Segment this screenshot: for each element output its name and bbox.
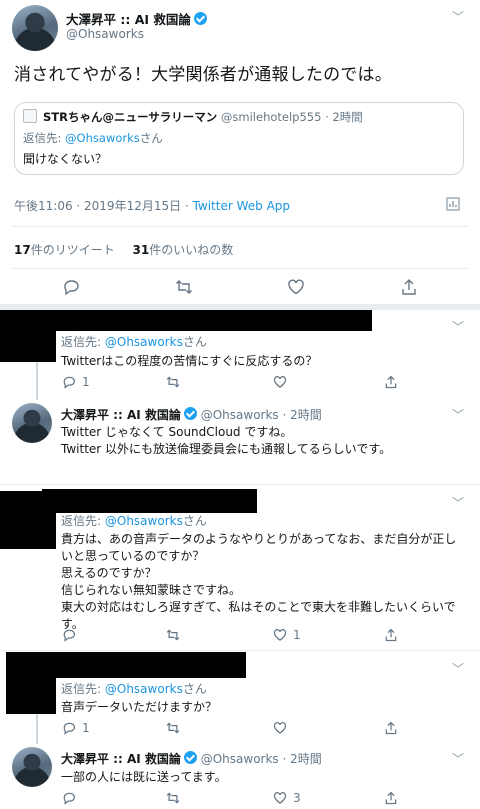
divider (0, 484, 480, 485)
like-action[interactable]: 3 (273, 791, 301, 805)
like-icon[interactable] (273, 375, 287, 389)
chevron-down-icon[interactable]: ﹀ (452, 750, 464, 767)
reply-to-line: 返信先: @Ohsaworksさん (23, 131, 163, 145)
author-name[interactable]: 大澤昇平 :: AI 救国論 (61, 752, 181, 766)
chevron-down-icon[interactable]: ﹀ (452, 8, 464, 25)
retweet-icon[interactable] (166, 375, 180, 389)
reply-to-link[interactable]: @Ohsaworks (105, 335, 183, 349)
quoted-tweet[interactable]: STRちゃん@ニューサラリーマン @smilehotelp555 · 2時間 返… (14, 102, 464, 175)
analytics-icon[interactable] (446, 197, 460, 211)
verified-icon (183, 407, 197, 420)
retweet-stat[interactable]: 17件のリツイート (14, 243, 115, 257)
reply-text: Twitter じゃなくて SoundCloud ですね。 Twitter 以外… (61, 425, 392, 456)
thread-line (36, 714, 38, 744)
redaction-bar (42, 489, 257, 513)
divider (12, 226, 468, 227)
tweet-timestamp: 午後11:06 · 2019年12月15日 · Twitter Web App (14, 199, 291, 213)
verified-icon (193, 12, 207, 25)
reply-header: 大澤昇平 :: AI 救国論 @Ohsaworks · 2時間 (61, 750, 322, 767)
retweet-icon[interactable] (166, 791, 180, 805)
reply-action[interactable]: 1 (62, 721, 90, 735)
reply-to-link[interactable]: @Ohsaworks (105, 682, 183, 696)
like-action[interactable]: 1 (273, 628, 301, 642)
divider (0, 650, 480, 651)
avatar (23, 109, 37, 123)
avatar[interactable] (12, 5, 58, 51)
reply-to-link[interactable]: @Ohsaworks (65, 131, 140, 145)
redacted-avatar (0, 310, 56, 362)
author-name[interactable]: 大澤昇平 :: AI 救国論 (61, 408, 181, 422)
reply-text: 音声データいただけますか？ (61, 700, 218, 714)
like-icon[interactable] (287, 278, 305, 296)
author-handle[interactable]: @Ohsaworks · 2時間 (201, 752, 322, 766)
retweet-icon[interactable] (166, 628, 180, 642)
redacted-avatar (0, 491, 56, 549)
reply-text: 貴方は、あの音声データのようなやりとりがあってなお、まだ自分が正し いと思ってい… (61, 532, 457, 631)
share-icon[interactable] (384, 721, 398, 735)
redacted-avatar (6, 652, 56, 714)
like-icon[interactable] (273, 721, 287, 735)
share-icon[interactable] (384, 628, 398, 642)
thread-line (36, 362, 38, 400)
chevron-down-icon[interactable]: ﹀ (452, 494, 464, 511)
reply-icon[interactable] (62, 278, 80, 296)
reply-action[interactable]: 1 (62, 375, 90, 389)
retweet-icon[interactable] (175, 278, 193, 296)
avatar[interactable] (12, 747, 52, 787)
reply-icon[interactable] (62, 628, 76, 642)
like-stat[interactable]: 31件のいいねの数 (133, 243, 234, 257)
reply-text: Twitterはこの程度の苦情にすぐに反応するの？ (61, 354, 318, 368)
share-icon[interactable] (384, 791, 398, 805)
retweet-icon[interactable] (166, 721, 180, 735)
author-name[interactable]: 大澤昇平 :: AI 救国論 (66, 9, 207, 28)
verified-icon (183, 751, 197, 764)
chevron-down-icon[interactable]: ﹀ (452, 318, 464, 335)
reply-to-line: 返信先: @Ohsaworksさん (61, 682, 207, 696)
reply-to-line: 返信先: @Ohsaworksさん (61, 335, 207, 349)
chevron-down-icon[interactable]: ﹀ (452, 660, 464, 677)
divider (12, 268, 468, 269)
reply-text: 一部の人には既に送ってます。 (61, 770, 227, 784)
share-icon[interactable] (400, 278, 418, 296)
tweet-stats: 17件のリツイート 31件のいいねの数 (14, 241, 233, 258)
avatar[interactable] (12, 403, 52, 443)
reply-to-link[interactable]: @Ohsaworks (105, 514, 183, 528)
chevron-down-icon[interactable]: ﹀ (452, 406, 464, 423)
quoted-text: 聞けなくない？ (23, 152, 108, 166)
client-link[interactable]: Twitter Web App (193, 199, 290, 213)
quoted-author-name: STRちゃん@ニューサラリーマン (43, 110, 218, 124)
tweet-text: 消されてやがる！大学関係者が通報したのでは。 (14, 65, 392, 85)
reply-header: 大澤昇平 :: AI 救国論 @Ohsaworks · 2時間 (61, 406, 322, 423)
share-icon[interactable] (384, 375, 398, 389)
author-handle[interactable]: @Ohsaworks (66, 27, 144, 41)
author-handle[interactable]: @Ohsaworks · 2時間 (201, 408, 322, 422)
reply-to-line: 返信先: @Ohsaworksさん (61, 514, 207, 528)
reply-icon[interactable] (62, 791, 76, 805)
quoted-author-handle: @smilehotelp555 · 2時間 (220, 110, 363, 124)
